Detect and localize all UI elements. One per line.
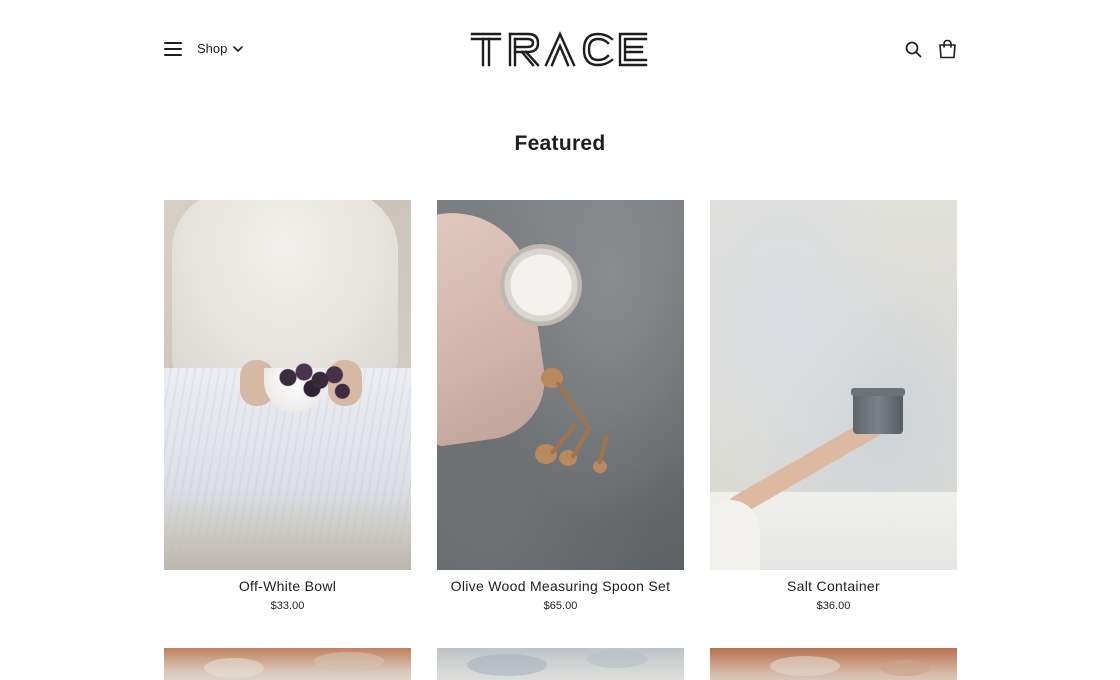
image-grapes [272, 350, 352, 405]
product-price: $36.00 [816, 600, 851, 612]
image-spoon-handle [570, 425, 592, 459]
search-icon[interactable] [905, 41, 922, 58]
shop-dropdown[interactable]: Shop [197, 41, 244, 56]
image-salt-container [851, 388, 905, 434]
menu-icon[interactable] [164, 40, 182, 58]
product-image[interactable] [710, 648, 957, 680]
product-card[interactable]: Olive Wood Measuring Spoon Set $65.00 [437, 200, 684, 612]
image-texture [467, 654, 547, 676]
image-texture [880, 660, 930, 676]
product-price: $33.00 [270, 600, 305, 612]
brand-logo[interactable] [470, 30, 650, 68]
product-image[interactable] [164, 648, 411, 680]
page: Shop Featured Off-White Bowl $33.00 Oliv… [0, 0, 1120, 680]
product-image[interactable] [164, 200, 411, 570]
product-card[interactable]: Salt Container $36.00 [710, 200, 957, 612]
product-price: $65.00 [543, 600, 578, 612]
image-texture [770, 656, 840, 676]
image-sleeve [710, 500, 760, 570]
product-title[interactable]: Off-White Bowl [164, 578, 411, 594]
product-card[interactable]: Off-White Bowl $33.00 [164, 200, 411, 612]
image-flour-bowl [500, 244, 582, 326]
image-texture [314, 652, 384, 670]
menu-icon-line [164, 54, 182, 56]
image-spoon-handle [555, 380, 590, 428]
menu-icon-line [164, 48, 182, 50]
chevron-down-icon [233, 45, 244, 52]
menu-icon-line [164, 42, 182, 44]
shopping-bag-icon[interactable] [938, 39, 957, 59]
product-title[interactable]: Olive Wood Measuring Spoon Set [437, 578, 684, 594]
product-image[interactable] [710, 200, 957, 570]
product-title[interactable]: Salt Container [710, 578, 957, 594]
shop-label: Shop [197, 41, 228, 56]
image-texture [587, 650, 647, 668]
site-header: Shop [0, 0, 1120, 100]
section-title: Featured [514, 132, 606, 155]
product-image[interactable] [437, 200, 684, 570]
product-image[interactable] [437, 648, 684, 680]
image-texture [204, 658, 264, 678]
